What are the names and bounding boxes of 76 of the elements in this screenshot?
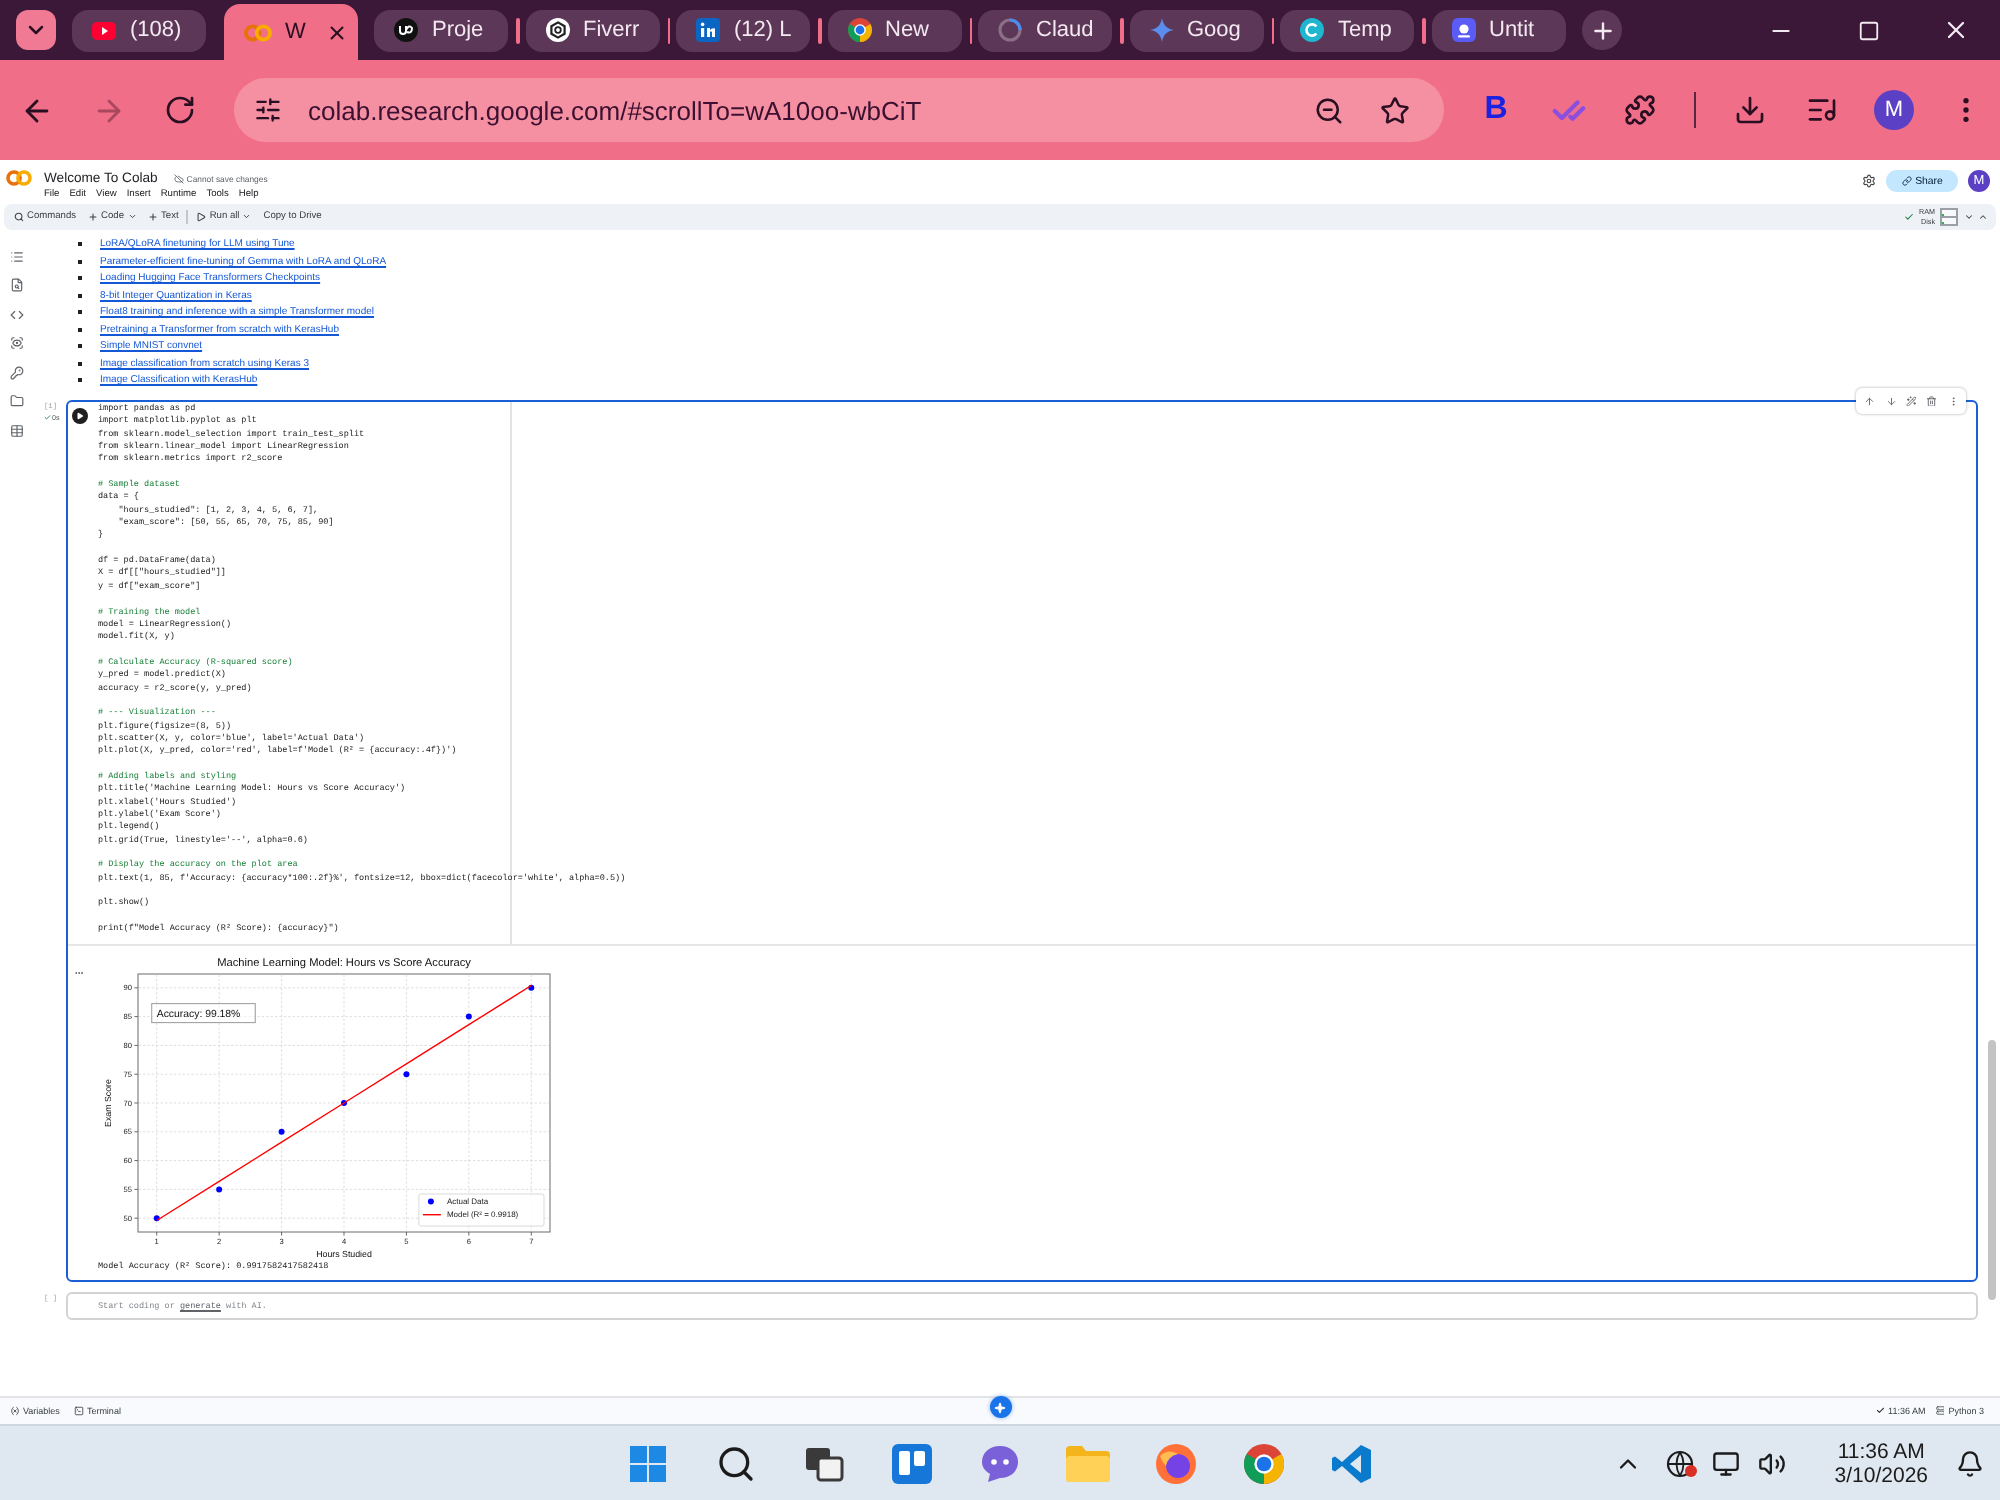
four-squares-icon[interactable] [629, 1445, 665, 1481]
key-icon[interactable] [10, 365, 24, 379]
reload-icon[interactable] [164, 94, 196, 126]
ribbon-logo-icon[interactable] [1331, 1443, 1371, 1483]
check-icon [1875, 1406, 1885, 1416]
play-icon [196, 212, 207, 222]
sparkle-icon [1149, 18, 1173, 42]
browser-tab[interactable]: (108) [72, 9, 206, 51]
knot-logo-icon [545, 18, 569, 42]
tab-list-button[interactable] [16, 10, 56, 50]
settings-icon[interactable] [1862, 174, 1876, 188]
segmented-circle-icon[interactable] [1243, 1443, 1283, 1483]
sparkle-icon [994, 1401, 1006, 1413]
sliders-icon[interactable] [254, 96, 282, 124]
maximize-icon[interactable] [1857, 19, 1879, 41]
play-icon [76, 411, 85, 419]
bell-icon[interactable] [1956, 1449, 1984, 1477]
app-logo-icon [1451, 18, 1475, 42]
eye-frame-icon[interactable] [10, 336, 24, 350]
caret-icon[interactable] [1963, 212, 1973, 222]
caret-icon [127, 212, 136, 222]
search-icon [14, 212, 24, 222]
variable-icon [10, 1406, 20, 1416]
rings-logo-icon[interactable] [6, 170, 32, 186]
browser-tab[interactable]: Untit [1431, 9, 1565, 51]
plus-icon [88, 212, 99, 222]
flame-globe-icon[interactable] [1155, 1443, 1195, 1483]
clock-time: 11:36 AM [1837, 1439, 1925, 1463]
trash-icon[interactable] [1926, 395, 1938, 407]
star-icon[interactable] [1380, 95, 1410, 125]
code-icon[interactable] [10, 307, 24, 321]
check-icon [44, 414, 51, 422]
video-play-icon [92, 21, 116, 39]
table-icon[interactable] [10, 423, 24, 437]
search-icon[interactable] [715, 1443, 755, 1483]
link-icon [1901, 176, 1912, 186]
monitor-icon[interactable] [1712, 1449, 1741, 1477]
board-tiles-icon[interactable] [891, 1443, 931, 1483]
document-search-icon[interactable] [10, 278, 24, 292]
close-icon[interactable] [1942, 16, 1970, 44]
clock-date: 3/10/2026 [1834, 1463, 1928, 1487]
close-icon[interactable] [325, 21, 347, 43]
arrow-down-icon[interactable] [1885, 395, 1897, 407]
run-button[interactable] [72, 407, 88, 423]
cloud-off-icon [173, 173, 184, 183]
wand-icon[interactable] [1905, 395, 1917, 407]
globe-alert-icon[interactable] [1666, 1449, 1699, 1477]
puzzle-icon[interactable] [1624, 94, 1656, 126]
overlapping-windows-icon[interactable] [803, 1445, 843, 1481]
new-tab-button[interactable] [1582, 10, 1622, 50]
plus-icon [1589, 17, 1615, 43]
plus-icon [148, 212, 158, 222]
circle-logo-icon [394, 18, 418, 42]
circle-logo-icon [1300, 18, 1324, 42]
caret-icon [242, 212, 252, 222]
segmented-circle-icon [847, 18, 871, 42]
check-icon [1904, 212, 1914, 222]
arrow-up-icon[interactable] [1864, 395, 1876, 407]
address-bar[interactable]: colab.research.google.com/#scrollTo=wA10oo-wbCiT [234, 78, 1444, 142]
square-logo-icon [696, 18, 720, 42]
terminal-icon [73, 1406, 84, 1416]
server-icon [1935, 1406, 1945, 1416]
folder-icon[interactable] [10, 394, 24, 408]
rings-logo-icon [243, 23, 271, 41]
assistant-button[interactable] [989, 1396, 1011, 1418]
download-icon[interactable] [1734, 94, 1766, 126]
scrollbar-thumb[interactable] [1988, 1040, 1996, 1300]
browser-tab[interactable]: W [223, 4, 357, 60]
list-icon[interactable] [10, 249, 24, 263]
profile-avatar[interactable]: M [1874, 90, 1914, 130]
chat-bubble-icon[interactable] [979, 1443, 1019, 1483]
url-text: colab.research.google.com/#scrollTo=wA10oo-wbCiT [308, 95, 924, 125]
spinner-icon [998, 18, 1022, 42]
zoom-out-icon[interactable] [1314, 95, 1344, 125]
speaker-icon[interactable] [1758, 1449, 1787, 1477]
media-list-icon[interactable] [1806, 94, 1838, 126]
